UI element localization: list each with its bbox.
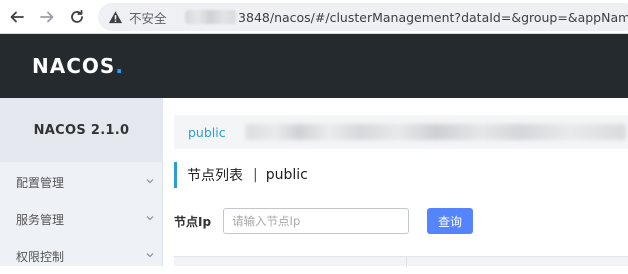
sidebar-item-label: 配置管理 bbox=[16, 175, 65, 190]
sidebar-item-label: 服务管理 bbox=[16, 212, 65, 227]
logo-dot: . bbox=[115, 54, 124, 78]
page-title: 节点列表 | public bbox=[174, 162, 308, 188]
query-button[interactable]: 查询 bbox=[427, 208, 474, 234]
back-button[interactable] bbox=[6, 6, 28, 28]
nacos-logo[interactable]: NACOS. bbox=[32, 54, 124, 78]
browser-toolbar: 不安全 3848/nacos/#/clusterManagement?dataI… bbox=[0, 0, 628, 34]
namespace-bar: public bbox=[174, 115, 628, 149]
sidebar-item-label: 权限控制 bbox=[16, 249, 65, 264]
chevron-down-icon bbox=[146, 179, 154, 184]
warning-icon bbox=[108, 10, 123, 23]
page-title-text: 节点列表 bbox=[187, 168, 243, 184]
main-content: public 节点列表 | public 节点Ip 查询 bbox=[164, 98, 628, 267]
forward-button[interactable] bbox=[36, 6, 58, 28]
sidebar-item-config-management[interactable]: 配置管理 bbox=[0, 164, 163, 200]
node-ip-label: 节点Ip bbox=[174, 214, 212, 229]
page-namespace: public bbox=[265, 167, 308, 183]
url-text: 3848/nacos/#/clusterManagement?dataId=&g… bbox=[238, 9, 628, 25]
node-ip-input[interactable] bbox=[223, 208, 410, 234]
sidebar-item-access-control[interactable]: 权限控制 bbox=[0, 238, 163, 274]
security-status[interactable]: 不安全 bbox=[129, 8, 167, 27]
sidebar: NACOS 2.1.0 配置管理 服务管理 权限控制 bbox=[0, 98, 163, 266]
reload-button[interactable] bbox=[66, 6, 88, 28]
logo-text: NACOS bbox=[32, 54, 116, 78]
arrow-right-icon bbox=[40, 11, 54, 23]
redacted-host bbox=[184, 10, 237, 24]
redacted-namespaces bbox=[245, 124, 626, 140]
reload-icon bbox=[71, 9, 83, 23]
table-header bbox=[174, 256, 628, 267]
app-header: NACOS. bbox=[0, 34, 628, 98]
title-separator: | bbox=[253, 167, 258, 183]
address-bar[interactable]: 不安全 3848/nacos/#/clusterManagement?dataI… bbox=[98, 3, 628, 31]
chevron-down-icon bbox=[146, 253, 154, 258]
arrow-left-icon bbox=[10, 11, 24, 23]
version-label: NACOS 2.1.0 bbox=[0, 98, 163, 162]
sidebar-item-service-management[interactable]: 服务管理 bbox=[0, 201, 163, 237]
namespace-public[interactable]: public bbox=[188, 125, 226, 140]
chevron-down-icon bbox=[146, 216, 154, 221]
filter-row: 节点Ip 查询 bbox=[174, 208, 474, 234]
